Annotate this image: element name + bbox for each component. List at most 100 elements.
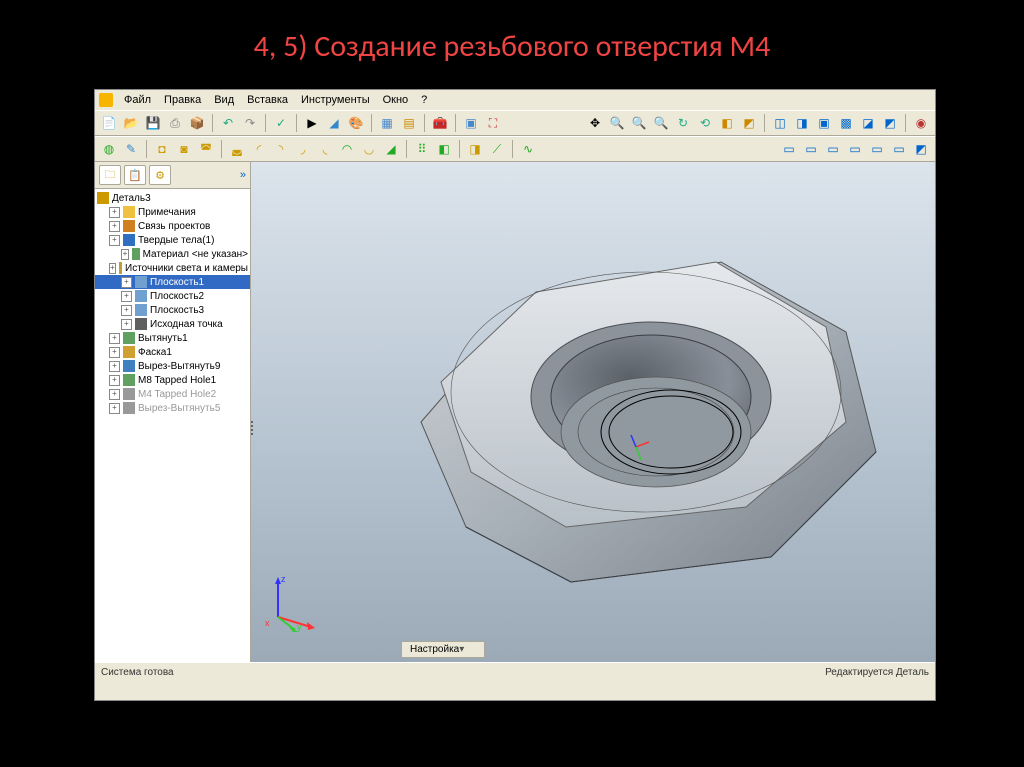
- feature-tree[interactable]: Деталь3 +Примечания+Связь проектов+Тверд…: [95, 189, 250, 662]
- rib-icon[interactable]: ◡: [359, 139, 379, 159]
- iso-view-icon[interactable]: ◩: [911, 139, 931, 159]
- rebuild-icon[interactable]: ✓: [271, 113, 291, 133]
- redo-icon[interactable]: ↷: [240, 113, 260, 133]
- shaded-icon[interactable]: ▣: [814, 113, 834, 133]
- package-icon[interactable]: 📦: [187, 113, 207, 133]
- cut-icon[interactable]: ◛: [227, 139, 247, 159]
- cut-revolve-icon[interactable]: ◜: [249, 139, 269, 159]
- expand-icon[interactable]: +: [109, 235, 120, 246]
- curve-icon[interactable]: ∿: [518, 139, 538, 159]
- tree-item[interactable]: +M4 Tapped Hole2: [95, 387, 250, 401]
- expand-icon[interactable]: +: [121, 319, 132, 330]
- texture-icon[interactable]: ◉: [911, 113, 931, 133]
- pan-icon[interactable]: ✥: [585, 113, 605, 133]
- panel-resize-handle[interactable]: [250, 200, 254, 656]
- back-view-icon[interactable]: ▭: [801, 139, 821, 159]
- wireframe-icon[interactable]: ◫: [770, 113, 790, 133]
- pattern-icon[interactable]: ⠿: [412, 139, 432, 159]
- undo-icon[interactable]: ↶: [218, 113, 238, 133]
- save-icon[interactable]: 💾: [143, 113, 163, 133]
- menu-tools[interactable]: Инструменты: [295, 92, 376, 108]
- cut-sweep-icon[interactable]: ◝: [271, 139, 291, 159]
- tree-item[interactable]: +M8 Tapped Hole1: [95, 373, 250, 387]
- fullscreen-icon[interactable]: ⛶: [483, 113, 503, 133]
- bottom-view-icon[interactable]: ▭: [889, 139, 909, 159]
- tree-item[interactable]: +Твердые тела(1): [95, 233, 250, 247]
- viewport-settings-button[interactable]: Настройка ▾: [401, 641, 485, 658]
- expand-icon[interactable]: +: [109, 263, 116, 274]
- color-icon[interactable]: 🎨: [346, 113, 366, 133]
- expand-icon[interactable]: +: [121, 305, 132, 316]
- expand-icon[interactable]: +: [121, 291, 132, 302]
- zoom-in-icon[interactable]: 🔍: [629, 113, 649, 133]
- left-view-icon[interactable]: ▭: [823, 139, 843, 159]
- expand-icon[interactable]: +: [109, 403, 120, 414]
- shell-icon[interactable]: ◢: [381, 139, 401, 159]
- view-normal-icon[interactable]: ◧: [717, 113, 737, 133]
- tree-item[interactable]: +Вырез-Вытянуть5: [95, 401, 250, 415]
- tree-tab-property[interactable]: 📋: [124, 165, 146, 185]
- expand-icon[interactable]: +: [109, 347, 120, 358]
- tree-item[interactable]: +Источники света и камеры: [95, 261, 250, 275]
- print-icon[interactable]: ⎙: [165, 113, 185, 133]
- mirror-icon[interactable]: ◧: [434, 139, 454, 159]
- menu-help[interactable]: ?: [415, 92, 433, 108]
- tree-item[interactable]: +Примечания: [95, 205, 250, 219]
- 3d-viewport[interactable]: z x y Настройка ▾: [251, 162, 935, 662]
- sketch-icon[interactable]: ◢: [324, 113, 344, 133]
- tree-item[interactable]: +Связь проектов: [95, 219, 250, 233]
- tree-item[interactable]: +Материал <не указан>: [95, 247, 250, 261]
- fillet-icon[interactable]: ◟: [315, 139, 335, 159]
- tree-collapse-icon[interactable]: »: [240, 169, 246, 181]
- open-icon[interactable]: 📂: [121, 113, 141, 133]
- tree-item[interactable]: +Исходная точка: [95, 317, 250, 331]
- select-icon[interactable]: ▶: [302, 113, 322, 133]
- tree-root[interactable]: Деталь3: [95, 191, 250, 205]
- window-icon[interactable]: ▣: [461, 113, 481, 133]
- menu-window[interactable]: Окно: [377, 92, 415, 108]
- tree-item[interactable]: +Вырез-Вытянуть9: [95, 359, 250, 373]
- hole-icon[interactable]: ◞: [293, 139, 313, 159]
- menu-insert[interactable]: Вставка: [241, 92, 294, 108]
- tree-item[interactable]: +Плоскость1: [95, 275, 250, 289]
- extrude-icon[interactable]: ◍: [99, 139, 119, 159]
- hidden-icon[interactable]: ◨: [792, 113, 812, 133]
- layers-icon[interactable]: ▤: [399, 113, 419, 133]
- menu-edit[interactable]: Правка: [158, 92, 207, 108]
- expand-icon[interactable]: +: [109, 333, 120, 344]
- orbit-icon[interactable]: ⟲: [695, 113, 715, 133]
- shadow-icon[interactable]: ◪: [858, 113, 878, 133]
- right-view-icon[interactable]: ▭: [845, 139, 865, 159]
- grid-icon[interactable]: ▦: [377, 113, 397, 133]
- tree-tab-config[interactable]: ⚙: [149, 165, 171, 185]
- revolve-icon[interactable]: ◙: [174, 139, 194, 159]
- expand-icon[interactable]: +: [121, 277, 132, 288]
- zoom-fit-icon[interactable]: 🔍: [651, 113, 671, 133]
- new-icon[interactable]: 📄: [99, 113, 119, 133]
- section-icon[interactable]: ◩: [880, 113, 900, 133]
- expand-icon[interactable]: +: [109, 221, 120, 232]
- box-icon[interactable]: ◩: [739, 113, 759, 133]
- expand-icon[interactable]: +: [109, 207, 120, 218]
- toolbox-icon[interactable]: 🧰: [430, 113, 450, 133]
- sweep-icon[interactable]: ◚: [196, 139, 216, 159]
- ref-axis-icon[interactable]: ⟋: [487, 139, 507, 159]
- zoom-icon[interactable]: 🔍: [607, 113, 627, 133]
- expand-icon[interactable]: +: [109, 361, 120, 372]
- tree-item[interactable]: +Плоскость2: [95, 289, 250, 303]
- front-view-icon[interactable]: ▭: [779, 139, 799, 159]
- chamfer-icon[interactable]: ◠: [337, 139, 357, 159]
- rotate-icon[interactable]: ↻: [673, 113, 693, 133]
- tree-item[interactable]: +Вытянуть1: [95, 331, 250, 345]
- menu-file[interactable]: Файл: [118, 92, 157, 108]
- shaded-edges-icon[interactable]: ▩: [836, 113, 856, 133]
- sketch-tool-icon[interactable]: ✎: [121, 139, 141, 159]
- expand-icon[interactable]: +: [109, 375, 120, 386]
- tree-tab-feature[interactable]: 🗀: [99, 165, 121, 185]
- menu-view[interactable]: Вид: [208, 92, 240, 108]
- expand-icon[interactable]: +: [121, 249, 129, 260]
- top-view-icon[interactable]: ▭: [867, 139, 887, 159]
- tree-item[interactable]: +Плоскость3: [95, 303, 250, 317]
- expand-icon[interactable]: +: [109, 389, 120, 400]
- ref-plane-icon[interactable]: ◨: [465, 139, 485, 159]
